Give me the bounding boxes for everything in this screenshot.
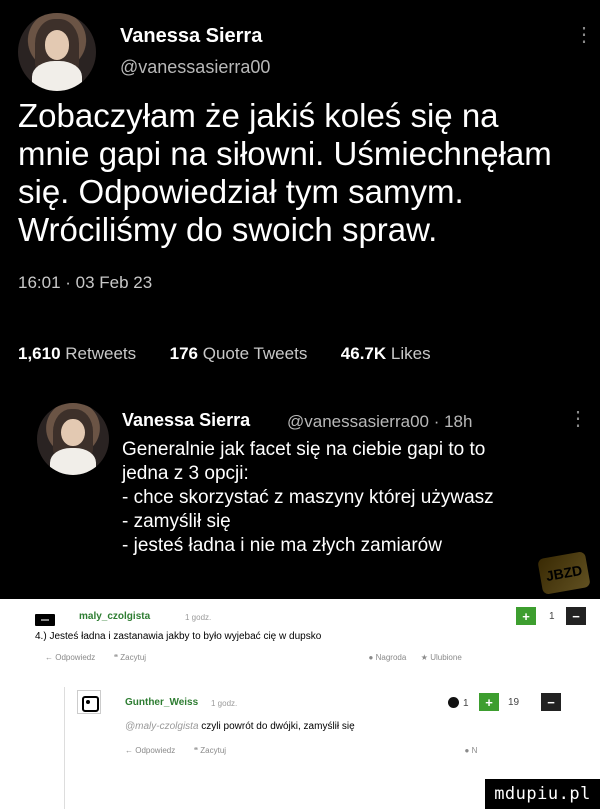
- comment-body: czyli powrót do dwójki, zamyślił się: [201, 721, 355, 732]
- favorite-icon: ★: [420, 653, 428, 662]
- downvote-button[interactable]: −: [541, 693, 561, 711]
- upvote-button[interactable]: +: [479, 693, 499, 711]
- comment-text: 4.) Jesteś ładna i zastanawia jakby to b…: [35, 631, 322, 642]
- tweet-text-line: Zobaczyłam że jakiś koleś się na: [18, 97, 499, 134]
- avatar-body: [32, 61, 82, 91]
- quote-button[interactable]: Zacytuj: [200, 746, 226, 755]
- comment-avatar[interactable]: [77, 690, 101, 714]
- tweet-author-handle[interactable]: @vanessasierra00: [120, 57, 270, 78]
- likes-label[interactable]: Likes: [391, 344, 431, 363]
- reply-text-line: jedna z 3 opcji:: [122, 463, 249, 484]
- award-icon: ●: [368, 653, 374, 662]
- award-icon: [448, 697, 459, 708]
- tweet-text: Zobaczyłam że jakiś koleś się na mnie ga…: [18, 97, 593, 249]
- comment-avatar[interactable]: [35, 614, 55, 626]
- reply-icon: ←: [125, 746, 133, 755]
- tweet-timestamp: 16:01 · 03 Feb 23: [18, 273, 153, 292]
- tweet-text-line: się. Odpowiedział tym samym.: [18, 173, 464, 210]
- reply-author-handle[interactable]: @vanessasierra00 · 18h: [287, 412, 472, 432]
- quote-icon: ❝: [193, 746, 199, 755]
- comment-time: 1 godz.: [211, 699, 238, 708]
- tweet-text-line: mnie gapi na siłowni. Uśmiechnęłam: [18, 135, 552, 172]
- comment-user-link[interactable]: Gunther_Weiss: [125, 697, 198, 708]
- tweet-card: Vanessa Sierra @vanessasierra00 ⋮ Zobacz…: [0, 0, 600, 400]
- reply-text: Generalnie jak facet się na ciebie gapi …: [122, 438, 592, 558]
- tweet-more-icon[interactable]: ⋮: [574, 25, 594, 45]
- reply-more-icon[interactable]: ⋮: [568, 409, 588, 429]
- upvote-button[interactable]: +: [516, 607, 536, 625]
- retweets-count: 1,610: [18, 344, 61, 363]
- comment-score: 19: [508, 697, 520, 708]
- tweet-author-name[interactable]: Vanessa Sierra: [120, 25, 262, 48]
- favorite-button[interactable]: Ulubione: [430, 653, 462, 662]
- comment-actions: ← Odpowiedz ❝ Zacytuj ● Nagroda ★ Ulubio…: [45, 653, 592, 662]
- watermark-logo: mdupiu.pl: [485, 779, 600, 809]
- comment-score: 1: [549, 611, 555, 622]
- comment-actions: ← Odpowiedz ❝ Zacytuj ● N: [125, 746, 573, 755]
- avatar-face: [61, 418, 85, 447]
- comment-time: 1 godz.: [185, 613, 212, 622]
- award-button[interactable]: Nagroda: [376, 653, 407, 662]
- thread-divider: [64, 687, 65, 809]
- downvote-button[interactable]: −: [566, 607, 586, 625]
- comment-user-link[interactable]: maly_czolgista: [79, 611, 150, 622]
- reply-author-avatar[interactable]: [37, 403, 109, 475]
- award-icon: ●: [464, 746, 470, 755]
- award-button[interactable]: N: [472, 746, 478, 755]
- reply-author-name[interactable]: Vanessa Sierra: [122, 410, 250, 431]
- quotes-label[interactable]: Quote Tweets: [203, 344, 308, 363]
- quote-icon: ❝: [113, 653, 119, 662]
- tweet-text-line: Wróciliśmy do swoich spraw.: [18, 211, 438, 248]
- retweets-label[interactable]: Retweets: [65, 344, 136, 363]
- tweet-stats: 1,610 Retweets 176 Quote Tweets 46.7K Li…: [18, 344, 431, 364]
- reply-button[interactable]: Odpowiedz: [135, 746, 175, 755]
- reply-text-line: Generalnie jak facet się na ciebie gapi …: [122, 439, 486, 460]
- jbzd-badge: JBZD: [537, 551, 591, 595]
- likes-count: 46.7K: [340, 344, 387, 363]
- reply-text-line: - jesteś ładna i nie ma złych zamiarów: [122, 535, 442, 556]
- reply-text-line: - zamyślił się: [122, 511, 231, 532]
- tweet-author-avatar[interactable]: [18, 13, 96, 91]
- quotes-count: 176: [169, 344, 198, 363]
- comments-panel: maly_czolgista 1 godz. + 1 − 4.) Jesteś …: [0, 599, 600, 809]
- comment-text: @maly-czolgista czyli powrót do dwójki, …: [125, 721, 355, 732]
- avatar-face: [44, 30, 70, 60]
- quote-button[interactable]: Zacytuj: [120, 653, 146, 662]
- reply-text-line: - chce skorzystać z maszyny której używa…: [122, 487, 494, 508]
- reply-button[interactable]: Odpowiedz: [55, 653, 95, 662]
- comment-mention[interactable]: @maly-czolgista: [125, 721, 199, 732]
- comment-award-count: 1: [463, 698, 469, 709]
- reply-icon: ←: [45, 653, 53, 662]
- avatar-body: [49, 447, 97, 475]
